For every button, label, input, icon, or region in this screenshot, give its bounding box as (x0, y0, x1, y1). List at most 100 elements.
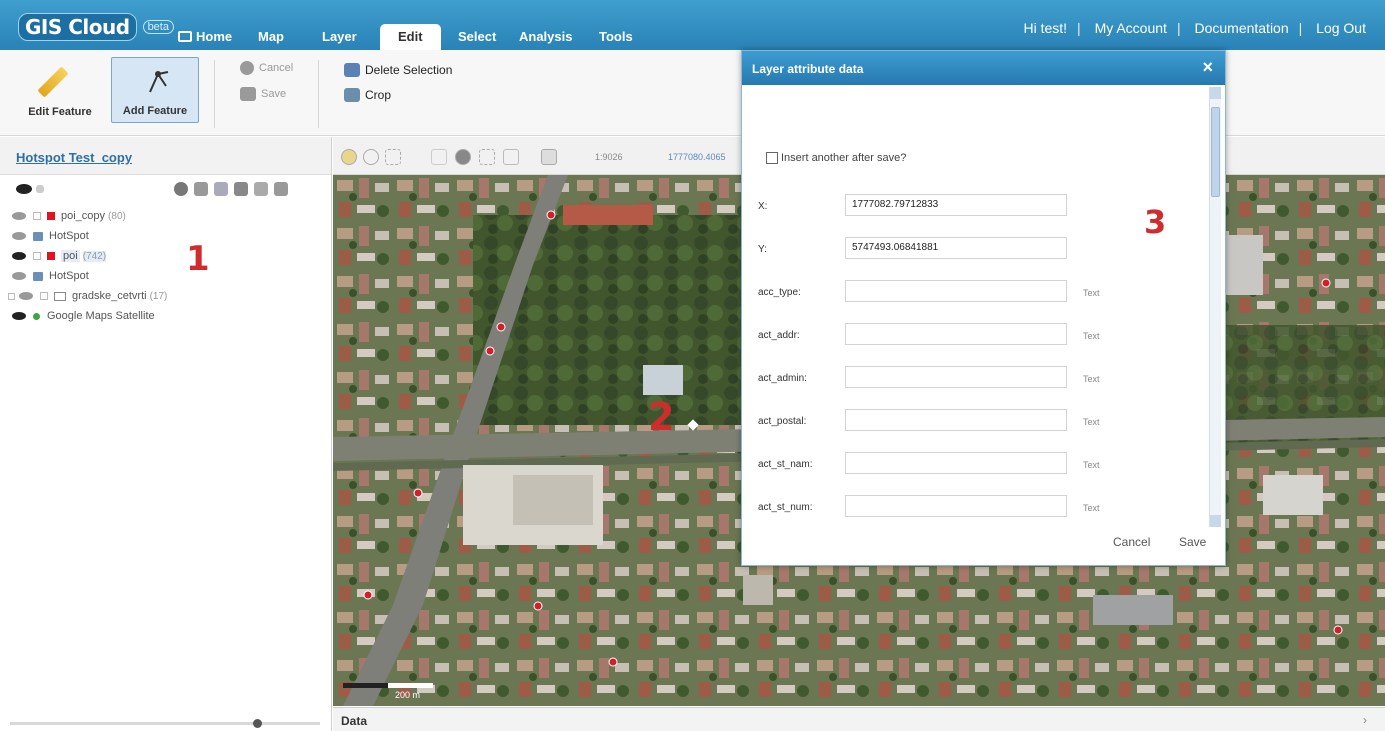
lock-checkbox[interactable] (33, 252, 41, 260)
visibility-eye-icon[interactable] (12, 272, 26, 280)
layer-properties-icon[interactable] (214, 182, 228, 196)
field-input-act-admin[interactable] (845, 366, 1067, 388)
field-input-act-st-num[interactable] (845, 495, 1067, 517)
documentation-link[interactable]: Documentation (1194, 20, 1288, 36)
delete-selection-button[interactable]: Delete Selection (344, 63, 452, 77)
info-icon[interactable] (455, 149, 471, 165)
map-toolbar: 1:9026 1777080.4065 (333, 137, 743, 175)
layer-item[interactable]: HotSpot (12, 268, 89, 284)
scroll-up-icon[interactable] (1210, 87, 1221, 99)
annotation-number: 1 (186, 239, 210, 279)
edit-icon[interactable] (194, 182, 208, 196)
field-label-act-st-nam: act_st_nam: (758, 459, 813, 470)
gis-cloud-app: GIS Cloud beta Home Map Layer Edit Selec… (0, 0, 1385, 731)
layer-item[interactable]: poi_copy (80) (12, 208, 126, 224)
divider (214, 60, 215, 128)
collapse-icon[interactable] (254, 182, 268, 196)
field-input-x[interactable]: 1777082.79712833 (845, 194, 1067, 216)
field-input-act-addr[interactable] (845, 323, 1067, 345)
insert-another-checkbox[interactable] (766, 152, 778, 164)
separator: | (1176, 20, 1181, 36)
add-layer-icon[interactable] (174, 182, 188, 196)
user-links: Hi test! | My Account | Documentation | Log… (1018, 20, 1371, 36)
field-input-acc-type[interactable] (845, 280, 1067, 302)
field-label-acc-type: acc_type: (758, 287, 801, 298)
dialog-scrollbar[interactable] (1209, 87, 1221, 527)
field-type: Text (1083, 374, 1100, 384)
nav-tab-home[interactable]: Home (178, 24, 232, 50)
nav-tab-map[interactable]: Map (258, 24, 284, 50)
home-icon (178, 31, 192, 42)
nav-tab-tools[interactable]: Tools (599, 24, 633, 50)
layers-toolbar (0, 177, 332, 201)
add-feature-button[interactable]: Add Feature (111, 57, 199, 123)
dialog-titlebar[interactable]: Layer attribute data × (742, 51, 1225, 85)
crop-button[interactable]: Crop (344, 88, 391, 102)
add-feature-label: Add Feature (122, 105, 188, 117)
pan-hand-icon[interactable] (341, 149, 357, 165)
logo-beta-badge: beta (142, 20, 174, 34)
full-extent-icon[interactable] (385, 149, 401, 165)
scroll-thumb[interactable] (1211, 107, 1220, 197)
gis-cloud-logo[interactable]: GIS Cloud beta (18, 13, 174, 41)
floppy-disk-icon (240, 87, 256, 101)
layer-item[interactable]: poi (742) (12, 248, 107, 264)
data-panel-title: Data (341, 714, 368, 728)
layer-item[interactable]: HotSpot (12, 228, 89, 244)
dialog-save-button[interactable]: Save (1179, 535, 1206, 549)
cancel-button[interactable]: Cancel (240, 61, 293, 75)
field-label-act-addr: act_addr: (758, 330, 800, 341)
field-type: Text (1083, 288, 1100, 298)
eye-icon[interactable] (16, 184, 32, 194)
edit-feature-label: Edit Feature (28, 106, 92, 118)
box-select-icon[interactable] (479, 149, 495, 165)
field-input-y[interactable]: 5747493.06841881 (845, 237, 1067, 259)
layer-name: HotSpot (49, 270, 89, 282)
visibility-eye-icon[interactable] (12, 252, 26, 260)
panel-horizontal-scrollbar[interactable] (10, 719, 320, 728)
log-out-link[interactable]: Log Out (1316, 20, 1366, 36)
scroll-thumb[interactable] (253, 719, 262, 728)
visibility-eye-icon[interactable] (19, 292, 33, 300)
layer-item[interactable]: Google Maps Satellite (12, 308, 155, 324)
select-arrow-icon[interactable] (431, 149, 447, 165)
measure-icon[interactable] (503, 149, 519, 165)
save-label: Save (261, 88, 287, 100)
print-icon[interactable] (541, 149, 557, 165)
nav-tab-select[interactable]: Select (458, 24, 496, 50)
map-toolbar-right (1222, 137, 1385, 175)
delete-icon[interactable] (234, 182, 248, 196)
layer-name: gradske_cetvrti (72, 290, 147, 302)
nav-tab-edit[interactable]: Edit (380, 24, 441, 50)
crop-icon (344, 88, 360, 102)
visibility-eye-icon[interactable] (12, 232, 26, 240)
visibility-eye-icon[interactable] (12, 212, 26, 220)
dialog-cancel-button[interactable]: Cancel (1113, 535, 1150, 549)
zoom-icon[interactable] (363, 149, 379, 165)
layer-item[interactable]: gradske_cetvrti (17) (8, 288, 167, 304)
edit-feature-button[interactable]: Edit Feature (16, 57, 104, 123)
save-button[interactable]: Save (240, 87, 286, 101)
insert-another-option[interactable]: Insert another after save? (766, 152, 906, 164)
expand-icon[interactable] (274, 182, 288, 196)
polygon-layer-icon (54, 291, 66, 301)
separator: | (1298, 20, 1303, 36)
my-account-link[interactable]: My Account (1095, 20, 1167, 36)
visibility-eye-icon[interactable] (12, 312, 26, 320)
chevron-right-icon[interactable]: › (1363, 713, 1367, 727)
hotspot-layer-icon (33, 231, 43, 241)
nav-tab-layer[interactable]: Layer (322, 24, 357, 50)
expand-plus-icon[interactable] (8, 292, 15, 300)
layer-name: poi_copy (61, 210, 106, 222)
greeting-link[interactable]: Hi test! (1023, 20, 1067, 36)
lock-checkbox[interactable] (40, 292, 48, 300)
nav-tab-analysis[interactable]: Analysis (519, 24, 572, 50)
divider (318, 60, 319, 128)
lock-icon[interactable] (36, 185, 44, 193)
lock-checkbox[interactable] (33, 212, 41, 220)
project-title[interactable]: Hotspot Test_copy (16, 150, 132, 165)
field-input-act-postal[interactable] (845, 409, 1067, 431)
data-panel-bar[interactable]: Data › (333, 707, 1385, 731)
close-icon[interactable]: × (1202, 57, 1213, 78)
field-input-act-st-nam[interactable] (845, 452, 1067, 474)
